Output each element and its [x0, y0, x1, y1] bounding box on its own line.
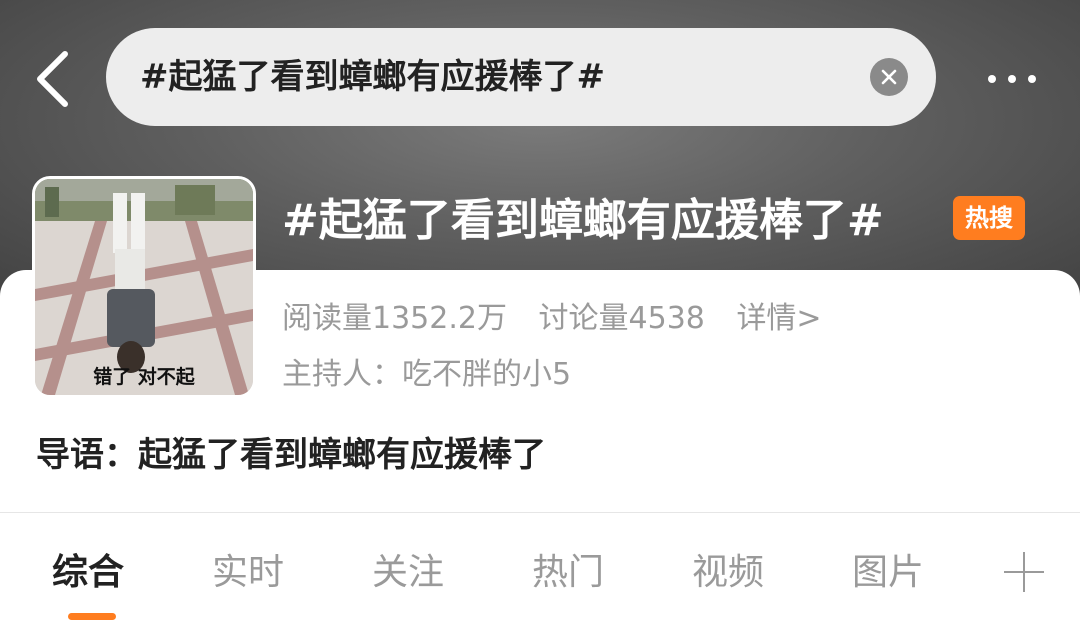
- topic-host[interactable]: 主持人：吃不胖的小5: [282, 352, 571, 398]
- divider: [0, 512, 1080, 513]
- clear-icon: [881, 69, 897, 85]
- topic-stats: 阅读量1352.2万 讨论量4538 详情>: [282, 296, 844, 342]
- clear-search-button[interactable]: [870, 58, 908, 96]
- details-link[interactable]: 详情>: [736, 301, 821, 336]
- chevron-left-icon: [37, 51, 68, 107]
- search-bar[interactable]: #起猛了看到蟑螂有应援棒了#: [106, 28, 936, 126]
- topic-page: #起猛了看到蟑螂有应援棒了# 错了 对不起 #起猛了看到蟑螂有应援棒了# 热搜 …: [0, 0, 1080, 630]
- topic-cover-image[interactable]: 错了 对不起: [32, 176, 256, 398]
- topic-intro: 导语：起猛了看到蟑螂有应援棒了: [36, 435, 546, 475]
- search-query[interactable]: #起猛了看到蟑螂有应援棒了#: [140, 28, 605, 126]
- tab-comprehensive[interactable]: 综合: [52, 545, 124, 601]
- back-button[interactable]: [22, 46, 82, 112]
- tab-following[interactable]: 关注: [372, 545, 444, 601]
- tab-realtime[interactable]: 实时: [212, 545, 284, 601]
- topic-title: #起猛了看到蟑螂有应援棒了#: [282, 195, 884, 246]
- cover-caption: 错了 对不起: [93, 366, 195, 388]
- tab-images[interactable]: 图片: [852, 545, 924, 601]
- read-count: 阅读量1352.2万: [282, 301, 507, 336]
- more-horizontal-icon: [988, 75, 996, 83]
- tab-video[interactable]: 视频: [692, 545, 764, 601]
- hot-search-badge: 热搜: [953, 196, 1025, 240]
- discussion-count: 讨论量4538: [538, 301, 705, 336]
- plus-icon[interactable]: [1004, 552, 1044, 592]
- tab-hot[interactable]: 热门: [532, 545, 604, 601]
- active-tab-indicator: [68, 613, 116, 620]
- more-options-button[interactable]: [972, 62, 1052, 96]
